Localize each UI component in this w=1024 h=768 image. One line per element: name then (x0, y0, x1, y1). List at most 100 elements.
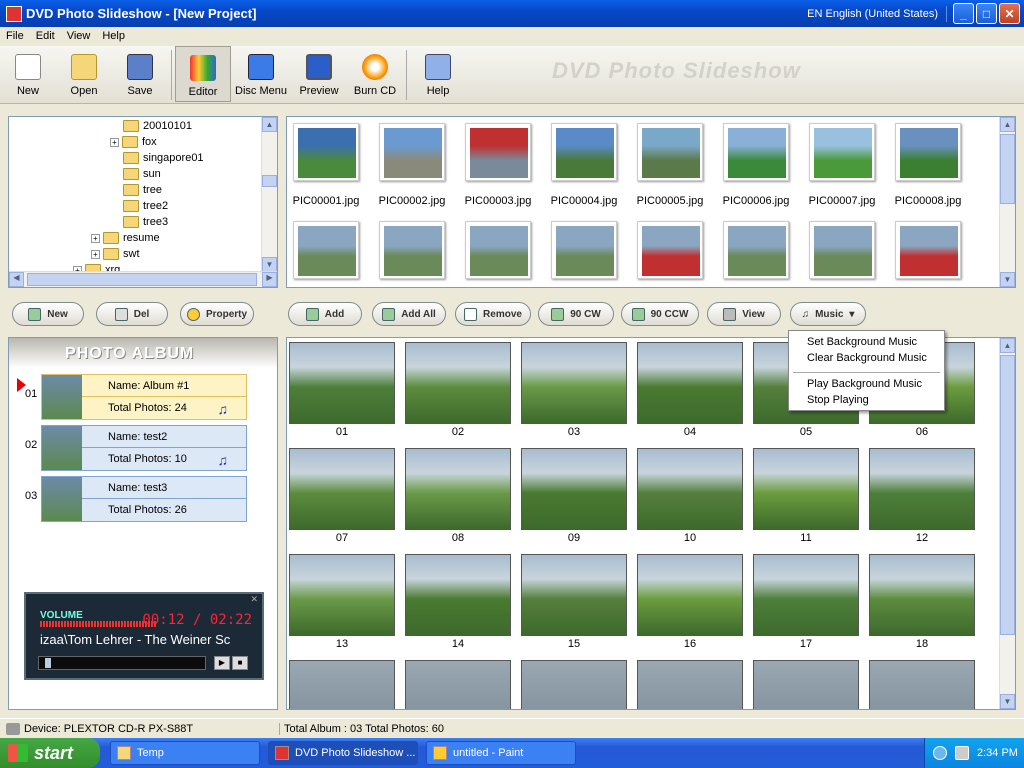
tree-item[interactable]: 20010101 (123, 118, 192, 134)
menu-edit[interactable]: Edit (30, 30, 61, 42)
tree-item[interactable]: + fox (110, 134, 157, 150)
close-button[interactable]: ✕ (999, 3, 1020, 24)
scroll-down-icon[interactable]: ▼ (1000, 694, 1015, 709)
expand-icon[interactable]: + (91, 233, 100, 243)
tree-horizontal-scrollbar[interactable]: ◀ ▶ (9, 271, 277, 287)
album-photo[interactable] (521, 554, 627, 636)
album-item[interactable]: Name: test3 Total Photos: 26 (41, 476, 247, 522)
scroll-down-icon[interactable]: ▼ (262, 257, 277, 272)
file-thumbnail[interactable] (723, 221, 789, 279)
scroll-right-icon[interactable]: ▶ (262, 272, 277, 287)
file-thumbnail[interactable] (637, 221, 703, 279)
play-button[interactable]: ▶ (214, 656, 230, 670)
start-button[interactable]: start (0, 738, 100, 768)
scroll-down-icon[interactable]: ▼ (1000, 272, 1015, 287)
album-photo[interactable] (405, 554, 511, 636)
rotate-ccw-button[interactable]: 90 CCW (621, 302, 699, 326)
help-button[interactable]: Help (410, 46, 466, 102)
menu-help[interactable]: Help (96, 30, 131, 42)
file-thumbnail[interactable] (723, 123, 789, 181)
language-indicator[interactable]: EN English (United States) (807, 8, 938, 20)
album-photo[interactable] (521, 660, 627, 709)
album-photo[interactable] (405, 342, 511, 424)
add-all-button[interactable]: Add All (372, 302, 446, 326)
file-thumbnail[interactable] (379, 221, 445, 279)
album-photo[interactable] (289, 554, 395, 636)
save-button[interactable]: Save (112, 46, 168, 102)
album-photo[interactable] (405, 448, 511, 530)
view-button[interactable]: View (707, 302, 781, 326)
scroll-thumb[interactable] (27, 273, 257, 286)
file-thumbnail[interactable] (379, 123, 445, 181)
file-thumbnail-panel[interactable]: PIC00001.jpg PIC00002.jpg PIC00003.jpg PIC0… (286, 116, 1016, 288)
player-close-icon[interactable]: ✕ (250, 594, 258, 605)
files-vertical-scrollbar[interactable]: ▲ ▼ (999, 117, 1015, 287)
album-photo[interactable] (289, 448, 395, 530)
album-photo[interactable] (289, 342, 395, 424)
seek-thumb[interactable] (45, 658, 51, 668)
album-item[interactable]: Name: Album #1 Total Photos: 24 ♫ (41, 374, 247, 420)
expand-icon[interactable]: + (110, 137, 119, 147)
add-button[interactable]: Add (288, 302, 362, 326)
preview-button[interactable]: Preview (291, 46, 347, 102)
file-thumbnail[interactable] (637, 123, 703, 181)
new-button[interactable]: New (0, 46, 56, 102)
file-thumbnail[interactable] (809, 123, 875, 181)
file-thumbnail[interactable] (809, 221, 875, 279)
remove-button[interactable]: Remove (455, 302, 531, 326)
tree-item[interactable]: + swt (91, 246, 140, 262)
scroll-thumb[interactable] (1000, 134, 1015, 204)
file-thumbnail[interactable] (895, 221, 961, 279)
taskbar-item-dvd-photo-slideshow[interactable]: DVD Photo Slideshow ... (268, 741, 418, 765)
file-thumbnail[interactable] (465, 123, 531, 181)
taskbar-item-temp[interactable]: Temp (110, 741, 260, 765)
folder-tree[interactable]: 20010101 + fox singapore01 sun tree tree2… (8, 116, 278, 288)
tree-vertical-scrollbar[interactable]: ▲ ▼ (261, 117, 277, 272)
burn-cd-button[interactable]: Burn CD (347, 46, 403, 102)
network-icon[interactable] (955, 746, 969, 760)
scroll-up-icon[interactable]: ▲ (262, 117, 277, 132)
album-photo[interactable] (521, 448, 627, 530)
album-photo[interactable] (289, 660, 395, 709)
menu-view[interactable]: View (61, 30, 97, 42)
editor-button[interactable]: Editor (175, 46, 231, 102)
album-photo[interactable] (637, 660, 743, 709)
file-thumbnail[interactable] (551, 221, 617, 279)
expand-icon[interactable]: + (91, 249, 100, 259)
album-photo[interactable] (637, 554, 743, 636)
file-thumbnail[interactable] (293, 221, 359, 279)
tree-item[interactable]: tree (123, 182, 162, 198)
rotate-cw-button[interactable]: 90 CW (538, 302, 614, 326)
album-photo[interactable] (869, 660, 975, 709)
tree-item[interactable]: + resume (91, 230, 160, 246)
minimize-button[interactable]: _ (953, 3, 974, 24)
tree-item[interactable]: tree2 (123, 198, 168, 214)
album-photo[interactable] (869, 554, 975, 636)
set-background-music-item[interactable]: Set Background Music (807, 336, 917, 348)
scroll-thumb[interactable] (1000, 355, 1015, 635)
clear-background-music-item[interactable]: Clear Background Music (807, 352, 927, 364)
file-thumbnail[interactable] (895, 123, 961, 181)
album-item[interactable]: Name: test2 Total Photos: 10 ♫ (41, 425, 247, 471)
menu-file[interactable]: File (0, 30, 30, 42)
album-new-button[interactable]: New (12, 302, 84, 326)
stop-playing-item[interactable]: Stop Playing (807, 394, 869, 406)
maximize-button[interactable]: □ (976, 3, 997, 24)
album-photo[interactable] (753, 660, 859, 709)
album-photo[interactable] (753, 448, 859, 530)
album-photo[interactable] (753, 554, 859, 636)
tree-item[interactable]: singapore01 (123, 150, 204, 166)
album-del-button[interactable]: Del (96, 302, 168, 326)
photos-vertical-scrollbar[interactable]: ▲ ▼ (999, 338, 1015, 709)
scroll-left-icon[interactable]: ◀ (9, 272, 24, 287)
scroll-up-icon[interactable]: ▲ (1000, 338, 1015, 353)
play-background-music-item[interactable]: Play Background Music (807, 378, 922, 390)
file-thumbnail[interactable] (465, 221, 531, 279)
album-photo[interactable] (405, 660, 511, 709)
album-property-button[interactable]: Property (180, 302, 254, 326)
clock[interactable]: 2:34 PM (977, 747, 1018, 759)
tree-item[interactable]: tree3 (123, 214, 168, 230)
tree-item[interactable]: sun (123, 166, 161, 182)
show-hidden-icons-icon[interactable] (933, 746, 947, 760)
volume-meter[interactable] (40, 621, 156, 627)
